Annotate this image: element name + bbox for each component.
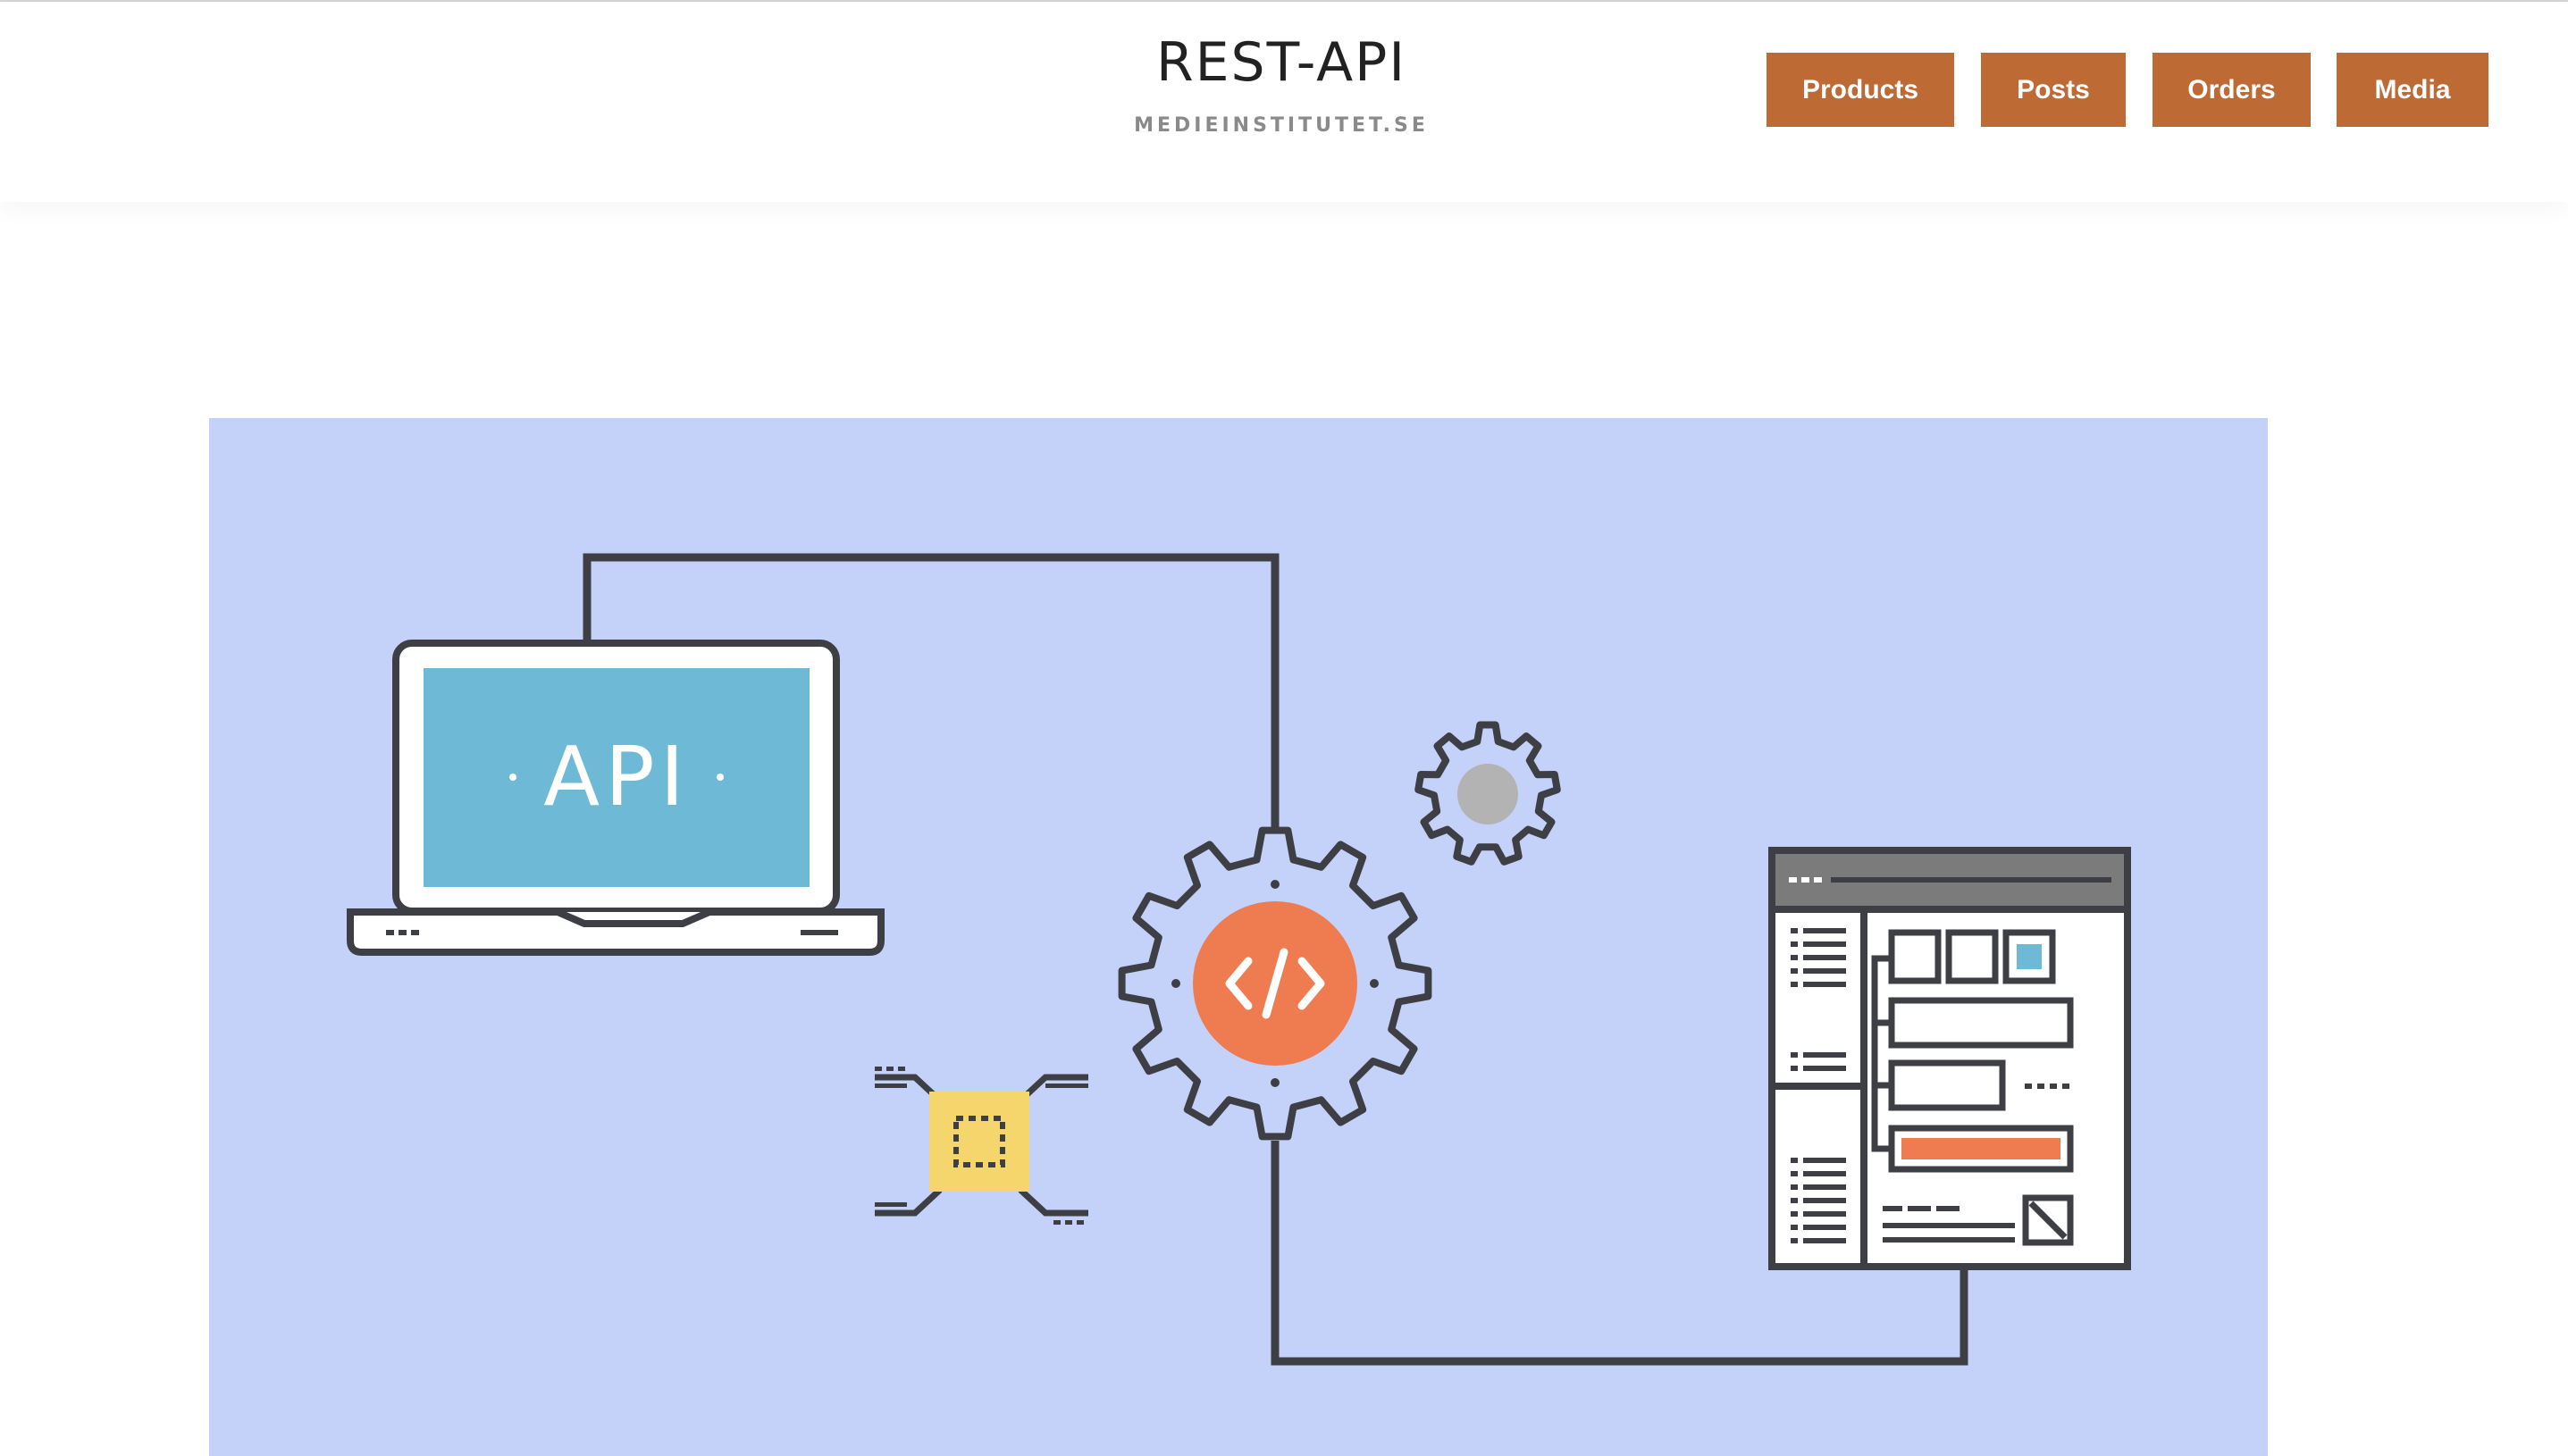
- laptop-icon: API: [347, 640, 885, 956]
- gear-icon: [1118, 826, 1432, 1141]
- nav-posts-button[interactable]: Posts: [1981, 53, 2126, 127]
- site-header: REST-API MEDIEINSTITUTET.SE Products Pos…: [0, 2, 2568, 202]
- nav-media-button[interactable]: Media: [2337, 53, 2488, 127]
- hero-illustration: API: [209, 418, 2268, 1456]
- site-title[interactable]: REST-API: [1156, 36, 1406, 89]
- browser-window-icon: [1768, 847, 2131, 1270]
- site-tagline: MEDIEINSTITUTET.SE: [1134, 114, 1429, 137]
- laptop-screen-text: API: [543, 729, 690, 824]
- nav-orders-button[interactable]: Orders: [2153, 53, 2311, 127]
- chip-icon: [875, 1067, 1088, 1225]
- nav-products-button[interactable]: Products: [1767, 53, 1954, 127]
- hero-illustration-svg: API: [347, 553, 2131, 1366]
- small-gear-icon: [1414, 721, 1561, 866]
